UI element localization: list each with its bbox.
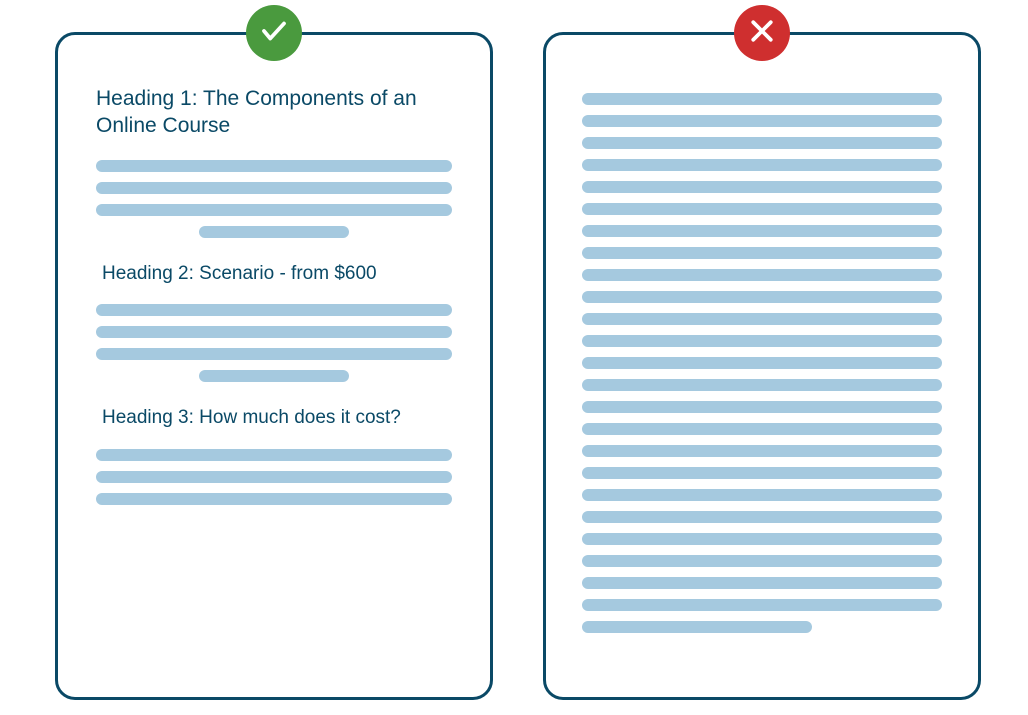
paragraph-placeholder: [96, 304, 452, 382]
text-line: [96, 449, 452, 461]
text-line: [582, 269, 942, 281]
bad-badge: [734, 5, 790, 61]
text-line: [582, 379, 942, 391]
text-line: [96, 160, 452, 172]
cross-icon: [747, 16, 777, 51]
text-line: [96, 304, 452, 316]
text-line: [582, 93, 942, 105]
text-line: [582, 445, 942, 457]
text-line: [199, 226, 349, 238]
text-line: [582, 621, 812, 633]
text-line: [582, 225, 942, 237]
paragraph-placeholder: [96, 160, 452, 238]
heading-2: Heading 2: Scenario - from $600: [96, 262, 452, 287]
text-line: [582, 533, 942, 545]
text-line: [582, 181, 942, 193]
text-line: [582, 247, 942, 259]
text-line: [96, 182, 452, 194]
text-line: [96, 348, 452, 360]
wall-of-text-placeholder: [582, 93, 942, 633]
text-line: [96, 204, 452, 216]
text-line: [582, 489, 942, 501]
heading-3: Heading 3: How much does it cost?: [96, 406, 452, 431]
text-line: [96, 326, 452, 338]
text-line: [582, 357, 942, 369]
paragraph-placeholder: [96, 449, 452, 505]
text-line: [582, 577, 942, 589]
text-line: [582, 291, 942, 303]
text-line: [582, 401, 942, 413]
text-line: [96, 493, 452, 505]
text-line: [582, 511, 942, 523]
good-example-panel: Heading 1: The Components of an Online C…: [55, 32, 493, 700]
text-line: [582, 335, 942, 347]
text-line: [582, 313, 942, 325]
bad-example-panel: [543, 32, 981, 700]
heading-1: Heading 1: The Components of an Online C…: [96, 85, 452, 140]
text-line: [582, 467, 942, 479]
text-line: [582, 599, 942, 611]
text-line: [582, 115, 942, 127]
text-line: [582, 203, 942, 215]
text-line: [199, 370, 349, 382]
text-line: [582, 423, 942, 435]
check-icon: [259, 16, 289, 51]
good-badge: [246, 5, 302, 61]
text-line: [582, 137, 942, 149]
text-line: [96, 471, 452, 483]
text-line: [582, 159, 942, 171]
text-line: [582, 555, 942, 567]
